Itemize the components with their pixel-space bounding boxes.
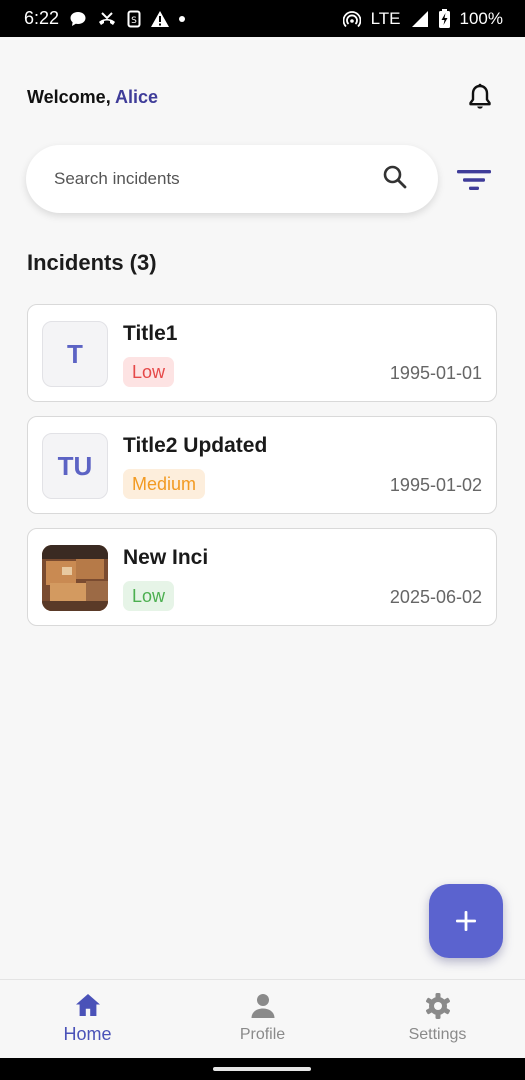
nav-label: Settings — [408, 1026, 467, 1043]
warning-icon — [151, 10, 170, 27]
search-bar — [26, 145, 438, 213]
filter-button[interactable] — [452, 160, 496, 200]
welcome-text: Welcome, Alice — [27, 87, 158, 108]
svg-text:S: S — [131, 16, 137, 26]
nav-label: Profile — [239, 1026, 286, 1043]
incident-title: New Inci — [123, 546, 209, 569]
nav-item-home[interactable]: Home — [28, 980, 148, 1045]
nav-label: Home — [63, 1024, 112, 1044]
person-icon — [251, 994, 274, 1018]
network-type: LTE — [370, 8, 401, 28]
bottom-navigation: Home Profile Settings — [0, 979, 525, 1058]
notifications-button[interactable] — [463, 80, 497, 114]
hotspot-icon — [342, 10, 361, 28]
incident-card[interactable]: New Inci Low 2025-06-02 — [27, 528, 497, 626]
chat-bubble-icon — [69, 10, 87, 28]
home-icon — [75, 994, 100, 1016]
severity-badge: Medium — [123, 469, 206, 499]
incident-photo-thumbnail — [42, 545, 108, 611]
bell-icon — [469, 83, 491, 109]
system-gesture-bar — [0, 1058, 525, 1080]
incident-title: Title1 — [123, 322, 178, 345]
welcome-prefix: Welcome, — [27, 86, 116, 107]
notification-dot-icon — [179, 15, 186, 22]
nav-item-profile[interactable]: Profile — [203, 980, 323, 1044]
search-input[interactable] — [54, 169, 354, 189]
incident-date: 2025-06-02 — [389, 587, 482, 607]
incidents-heading: Incidents (3) — [27, 250, 157, 275]
status-bar-left: 6:22 S — [24, 8, 186, 29]
incident-card[interactable]: TU Title2 Updated Medium 1995-01-02 — [27, 416, 497, 514]
battery-level: 100% — [459, 8, 503, 28]
incident-initials-avatar: TU — [42, 433, 108, 499]
plus-icon — [456, 911, 476, 931]
severity-badge: Low — [123, 357, 175, 387]
incident-date: 1995-01-01 — [389, 363, 482, 383]
signal-icon — [411, 10, 429, 28]
battery-charging-icon — [438, 9, 450, 28]
incident-card[interactable]: T Title1 Low 1995-01-01 — [27, 304, 497, 402]
gear-icon — [425, 993, 450, 1019]
app-header: Welcome, Alice — [27, 80, 497, 114]
search-icon[interactable] — [382, 164, 408, 195]
filter-icon — [457, 170, 491, 190]
add-incident-button[interactable] — [429, 884, 503, 958]
gesture-handle[interactable] — [213, 1067, 311, 1071]
user-name: Alice — [115, 86, 159, 107]
severity-badge: Low — [123, 581, 175, 611]
sim-icon: S — [127, 10, 141, 28]
status-bar-right: LTE 100% — [342, 8, 503, 29]
incident-date: 1995-01-02 — [389, 475, 482, 495]
incident-initials-avatar: T — [42, 321, 108, 387]
nav-item-settings[interactable]: Settings — [378, 980, 498, 1044]
status-time: 6:22 — [24, 8, 60, 28]
app-screen: 6:22 S LTE 100% Welcome, Alice Search in… — [0, 0, 525, 1080]
status-bar: 6:22 S LTE 100% — [0, 0, 525, 37]
incident-title: Title2 Updated — [123, 434, 268, 457]
missed-call-icon — [97, 10, 117, 28]
